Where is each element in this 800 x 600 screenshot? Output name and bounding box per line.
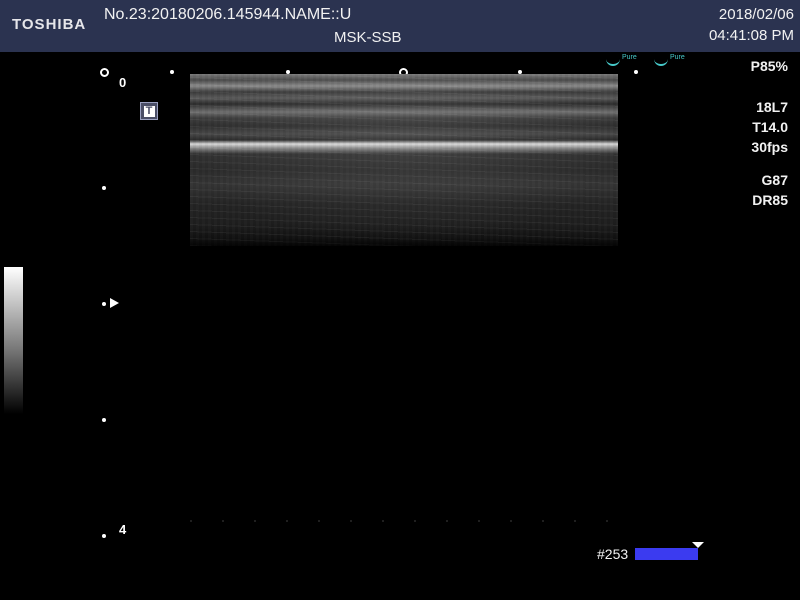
depth-bottom-label: 4 xyxy=(119,522,127,537)
thi-label: T14.0 xyxy=(752,119,788,135)
frame-counter-label: #253 xyxy=(597,546,629,562)
power-label: P85% xyxy=(750,58,788,74)
gain-label: G87 xyxy=(761,172,788,188)
scale-dot xyxy=(634,70,638,74)
depth-dot xyxy=(102,186,106,190)
pure-logo-left: Pure xyxy=(606,54,646,66)
pure-logo-right: Pure xyxy=(654,54,694,66)
pure-glyph-icon xyxy=(654,54,668,66)
pure-glyph-icon xyxy=(606,54,620,66)
noise-row xyxy=(190,520,620,522)
fps-label: 30fps xyxy=(751,139,788,155)
depth-dot xyxy=(102,534,106,538)
patient-id-label: No.23:20180206.145944.NAME::U xyxy=(104,6,352,23)
probe-label: 18L7 xyxy=(756,99,788,115)
thi-mode-icon[interactable]: T xyxy=(140,102,158,120)
cine-position-icon[interactable] xyxy=(692,542,704,548)
depth-dot xyxy=(102,418,106,422)
dynamic-range-label: DR85 xyxy=(752,192,788,208)
grayscale-bar xyxy=(4,267,23,414)
depth-top-label: 0 xyxy=(119,75,127,90)
scale-dot xyxy=(170,70,174,74)
depth-dot xyxy=(102,302,106,306)
depth-ring-marker xyxy=(100,68,109,77)
time-label: 04:41:08 PM xyxy=(708,27,794,44)
date-label: 2018/02/06 xyxy=(718,6,794,23)
ultrasound-image xyxy=(190,74,618,254)
cine-bar[interactable] xyxy=(635,548,698,560)
brand-logo: TOSHIBA xyxy=(12,16,87,33)
preset-label: MSK-SSB xyxy=(334,29,402,46)
header-bar: TOSHIBA No.23:20180206.145944.NAME::U MS… xyxy=(0,0,800,52)
focus-arrow-icon[interactable] xyxy=(110,298,119,308)
